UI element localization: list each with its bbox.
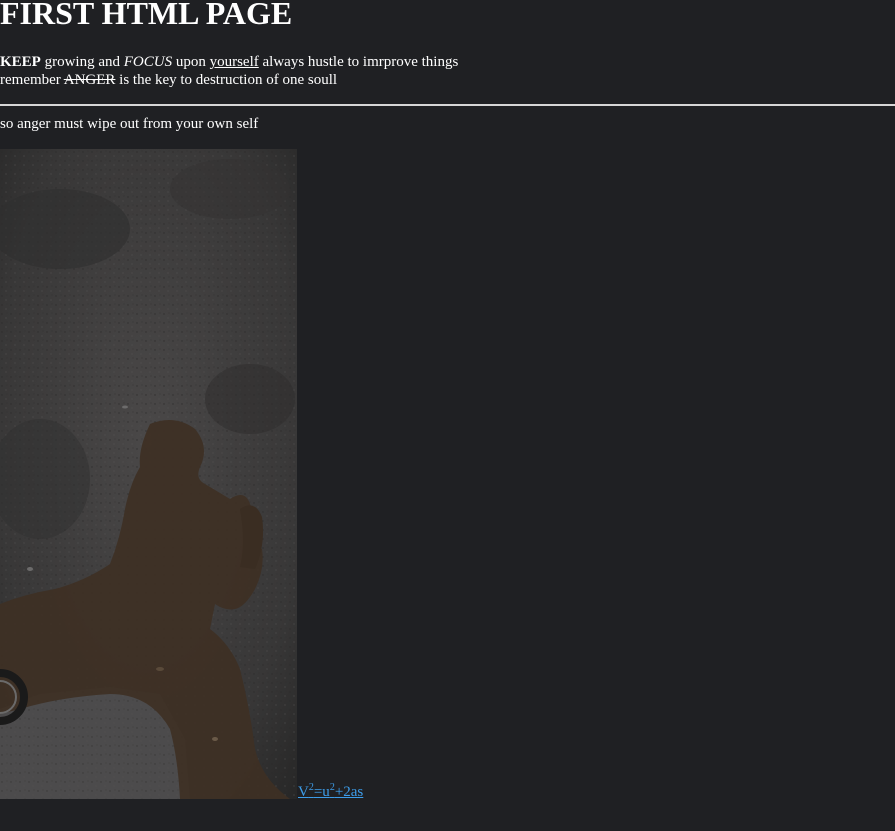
page-title: FIRST HTML PAGE	[0, 0, 293, 31]
horizontal-rule	[0, 104, 895, 106]
intro-line-1: KEEP growing and FOCUS upon yourself alw…	[0, 53, 458, 71]
intro-text: growing and	[40, 54, 124, 70]
intro-text: upon	[172, 54, 210, 70]
formula-link[interactable]: V2=u2+2as	[298, 783, 363, 801]
intro-text: remember	[0, 72, 64, 88]
second-paragraph: so anger must wipe out from your own sel…	[0, 116, 259, 132]
anger-strike-text: ANGER	[63, 72, 116, 88]
formula-eq: =u	[313, 784, 330, 800]
focus-italic-text: FOCUS	[123, 54, 173, 70]
intro-paragraph: KEEP growing and FOCUS upon yourself alw…	[0, 53, 458, 89]
shadow-photo-icon	[0, 149, 297, 799]
shadow-photo	[0, 149, 297, 799]
formula-rest: +2as	[334, 784, 364, 800]
intro-text: always hustle to imrprove things	[258, 54, 459, 70]
formula-v: V	[298, 784, 309, 800]
intro-text: is the key to destruction of one soull	[115, 72, 338, 88]
page-body: FIRST HTML PAGE KEEP growing and FOCUS u…	[0, 0, 895, 831]
yourself-underline-text: yourself	[209, 54, 259, 70]
keep-bold-text: KEEP	[0, 54, 41, 70]
intro-line-2: remember ANGER is the key to destruction…	[0, 71, 458, 89]
